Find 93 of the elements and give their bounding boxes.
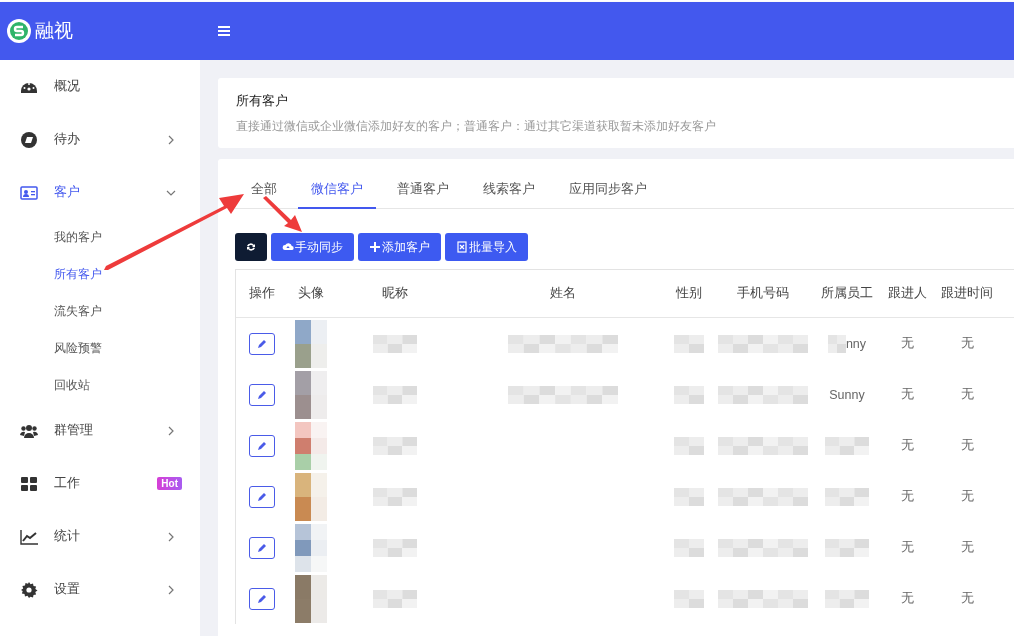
pencil-icon xyxy=(256,388,268,401)
tab[interactable]: 全部 xyxy=(251,177,277,209)
sidebar-item[interactable]: 设置 xyxy=(0,563,200,616)
tab[interactable]: 线索客户 xyxy=(483,177,535,209)
column-header: 昵称 xyxy=(381,285,409,302)
redacted-mosaic xyxy=(373,334,417,353)
chevron-right-icon xyxy=(166,134,176,145)
import-button[interactable]: 批量导入 xyxy=(445,233,528,261)
table-cell: 无 xyxy=(900,437,914,454)
table-cell: 无 xyxy=(960,437,974,454)
column-header: 所属员工 xyxy=(820,285,874,302)
table-cell: 无 xyxy=(900,488,914,505)
table-cell: nny xyxy=(845,336,867,351)
refresh-icon xyxy=(245,241,257,253)
pencil-icon xyxy=(256,337,268,350)
table-cell: 无 xyxy=(960,386,974,403)
redacted-mosaic xyxy=(825,589,869,608)
app-name: 融视 xyxy=(35,19,73,43)
column-header: 操作 xyxy=(248,285,276,302)
edit-button[interactable] xyxy=(249,434,275,457)
line-chart-icon xyxy=(20,527,38,546)
sidebar-subitem[interactable]: 流失客户 xyxy=(0,293,200,330)
sync-button[interactable]: 手动同步 xyxy=(271,233,354,261)
pencil-icon xyxy=(256,592,268,605)
spreadsheet-file-icon xyxy=(456,241,468,253)
sidebar-item[interactable]: 客户 xyxy=(0,166,200,219)
table-cell: 无 xyxy=(960,488,974,505)
table-cell: 无 xyxy=(900,590,914,607)
table-cell: 无 xyxy=(960,539,974,556)
plus-icon xyxy=(369,241,381,253)
tab[interactable]: 普通客户 xyxy=(397,177,449,209)
redacted-mosaic xyxy=(674,385,704,404)
annotation-arrow xyxy=(263,196,302,232)
edit-button[interactable] xyxy=(249,383,275,406)
edit-button[interactable] xyxy=(249,332,275,355)
redacted-mosaic xyxy=(825,538,869,557)
sidebar-subitem[interactable]: 所有客户 xyxy=(0,256,200,293)
edit-button[interactable] xyxy=(249,485,275,508)
compass-icon xyxy=(20,130,38,149)
grid-icon xyxy=(20,474,38,493)
tab[interactable]: 应用同步客户 xyxy=(569,177,647,209)
redacted-mosaic xyxy=(373,385,417,404)
redacted-mosaic xyxy=(825,436,869,455)
pencil-icon xyxy=(256,439,268,452)
contact-card-icon xyxy=(20,183,38,202)
redacted-mosaic xyxy=(825,487,869,506)
chevron-right-icon xyxy=(166,531,176,542)
column-header: 跟进时间 xyxy=(940,285,994,302)
add-customer-button[interactable]: 添加客户 xyxy=(358,233,441,261)
cloud-upload-icon xyxy=(282,241,294,253)
sidebar-subitem[interactable]: 我的客户 xyxy=(0,219,200,256)
table-cell: 无 xyxy=(960,335,974,352)
chevron-right-icon xyxy=(166,584,176,595)
column-header: 性别 xyxy=(675,285,703,302)
redacted-mosaic xyxy=(674,589,704,608)
table-cell: 无 xyxy=(900,539,914,556)
chevron-right-icon xyxy=(166,425,176,436)
sidebar-item[interactable]: 统计 xyxy=(0,510,200,563)
tab[interactable]: 微信客户 xyxy=(298,177,376,209)
hot-badge: Hot xyxy=(157,477,182,490)
column-header: 跟进人 xyxy=(886,285,928,302)
sidebar-item[interactable]: 概况 xyxy=(0,60,200,113)
refresh-button[interactable] xyxy=(235,233,267,261)
sidebar-subitem[interactable]: 回收站 xyxy=(0,367,200,404)
column-header: 姓名 xyxy=(548,285,577,302)
sidebar-item[interactable]: 工作 Hot xyxy=(0,457,200,510)
redacted-mosaic xyxy=(373,436,417,455)
pencil-icon xyxy=(256,490,268,503)
menu-icon[interactable] xyxy=(218,26,230,36)
redacted-mosaic xyxy=(674,436,704,455)
settings-icon xyxy=(20,580,38,599)
redacted-mosaic xyxy=(373,487,417,506)
pencil-icon xyxy=(256,541,268,554)
redacted-mosaic xyxy=(827,334,846,353)
redacted-mosaic xyxy=(674,487,704,506)
column-header: 头像 xyxy=(297,285,325,302)
page-title: 所有客户 xyxy=(236,92,289,110)
page-description: 直接通过微信或企业微信添加好友的客户；普通客户：通过其它渠道获取暂未添加好友客户 xyxy=(236,118,717,135)
redacted-mosaic xyxy=(674,334,704,353)
column-header: 手机号码 xyxy=(736,285,790,302)
sidebar-subitem[interactable]: 风险预警 xyxy=(0,330,200,367)
redacted-mosaic xyxy=(373,538,417,557)
sidebar-item[interactable]: 待办 xyxy=(0,113,200,166)
table-cell: 无 xyxy=(900,386,914,403)
table-cell: 无 xyxy=(960,590,974,607)
redacted-mosaic xyxy=(373,589,417,608)
sidebar-item[interactable]: 群管理 xyxy=(0,404,200,457)
redacted-mosaic xyxy=(674,538,704,557)
edit-button[interactable] xyxy=(249,587,275,610)
logo-icon xyxy=(7,19,31,43)
table-cell: 无 xyxy=(900,335,914,352)
edit-button[interactable] xyxy=(249,536,275,559)
table-cell: Sunny xyxy=(829,387,865,402)
